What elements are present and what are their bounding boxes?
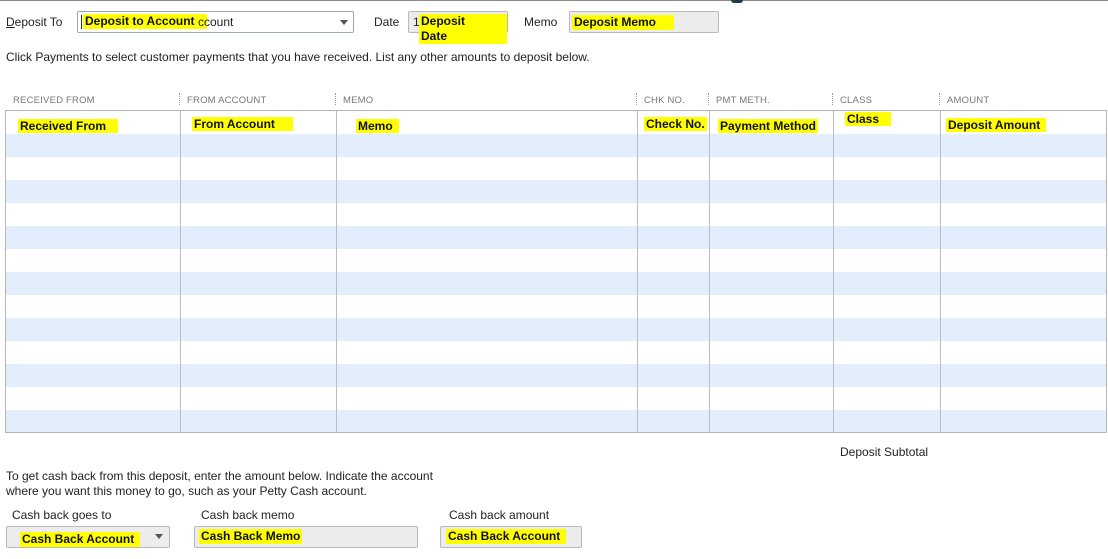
column-divider <box>833 111 834 432</box>
table-row[interactable] <box>6 226 1106 249</box>
memo-value: Deposit Memo <box>572 15 675 30</box>
cell-amount[interactable]: Deposit Amount <box>946 118 1047 132</box>
cash-back-amount-label: Cash back amount <box>449 508 550 522</box>
table-row[interactable] <box>6 272 1106 295</box>
cash-back-amount-field[interactable]: Cash Back Account <box>440 526 582 548</box>
window-top-border <box>0 0 1108 1</box>
memo-field[interactable]: Deposit Memo <box>569 11 719 33</box>
table-row[interactable] <box>6 249 1106 272</box>
table-row[interactable]: Received From From Account Memo Check No… <box>6 111 1106 134</box>
column-separator[interactable] <box>335 93 336 105</box>
cash-back-instructions-line2: where you want this money to go, such as… <box>6 484 367 498</box>
column-header-payment-method[interactable]: PMT METH. <box>716 95 770 106</box>
deposit-to-dropdown[interactable]: Deposit to Account ccount <box>77 11 354 33</box>
column-header-amount[interactable]: AMOUNT <box>947 95 989 106</box>
table-row[interactable] <box>6 157 1106 180</box>
table-row[interactable] <box>6 295 1106 318</box>
cash-back-memo-field[interactable]: Cash Back Memo <box>194 526 418 548</box>
table-row[interactable] <box>6 203 1106 226</box>
cash-back-goes-to-dropdown[interactable]: Cash Back Account <box>6 526 170 548</box>
column-separator[interactable] <box>939 93 940 105</box>
deposit-to-label-rest: eposit To <box>14 15 63 29</box>
deposit-to-value: Deposit to Account <box>83 14 207 29</box>
deposit-to-label-mnemonic: D <box>6 15 15 29</box>
column-separator[interactable] <box>708 93 709 105</box>
column-separator[interactable] <box>636 93 637 105</box>
cash-back-memo-label: Cash back memo <box>201 508 295 522</box>
deposit-to-trailing-text: ccount <box>198 15 234 29</box>
column-header-check-no[interactable]: CHK NO. <box>644 95 685 106</box>
column-header-class[interactable]: CLASS <box>840 95 872 106</box>
cash-back-instructions-line1: To get cash back from this deposit, ente… <box>6 469 433 483</box>
table-row[interactable] <box>6 134 1106 157</box>
chevron-down-icon[interactable] <box>340 20 348 25</box>
memo-label: Memo <box>524 15 558 29</box>
table-row[interactable] <box>6 364 1106 387</box>
column-separator[interactable] <box>832 93 833 105</box>
cash-back-goes-to-value: Cash Back Account <box>20 532 141 547</box>
column-divider <box>336 111 337 432</box>
column-divider <box>637 111 638 432</box>
deposit-lines-table[interactable]: Received From From Account Memo Check No… <box>5 110 1107 433</box>
deposit-subtotal-label: Deposit Subtotal <box>840 445 929 459</box>
cash-back-memo-value: Cash Back Memo <box>199 529 303 544</box>
chevron-down-icon[interactable] <box>155 534 163 539</box>
date-label: Date <box>374 15 400 29</box>
date-value: Deposit Date <box>419 14 507 44</box>
window-indicator <box>731 0 743 3</box>
column-divider <box>709 111 710 432</box>
column-header-memo[interactable]: MEMO <box>343 95 373 106</box>
table-row[interactable] <box>6 318 1106 341</box>
cell-check-no[interactable]: Check No. <box>644 117 707 131</box>
table-row[interactable] <box>6 341 1106 364</box>
table-row[interactable] <box>6 410 1106 432</box>
cell-payment-method[interactable]: Payment Method <box>718 119 819 133</box>
cell-memo[interactable]: Memo <box>356 119 399 133</box>
cash-back-amount-value: Cash Back Account <box>446 529 567 544</box>
cell-received-from[interactable]: Received From <box>18 119 119 133</box>
cell-from-account[interactable]: From Account <box>192 117 293 131</box>
instructions-text: Click Payments to select customer paymen… <box>6 50 590 64</box>
column-header-received-from[interactable]: RECEIVED FROM <box>13 95 95 106</box>
text-cursor <box>81 15 82 29</box>
column-separator[interactable] <box>179 93 180 105</box>
deposit-to-label: Deposit To <box>6 15 62 29</box>
column-divider <box>180 111 181 432</box>
table-row[interactable] <box>6 387 1106 410</box>
date-field[interactable]: 1 Deposit Date <box>408 11 508 44</box>
cash-back-goes-to-label: Cash back goes to <box>12 508 112 522</box>
column-header-from-account[interactable]: FROM ACCOUNT <box>187 95 266 106</box>
column-divider <box>940 111 941 432</box>
cell-class[interactable]: Class <box>845 112 892 126</box>
table-row[interactable] <box>6 180 1106 203</box>
